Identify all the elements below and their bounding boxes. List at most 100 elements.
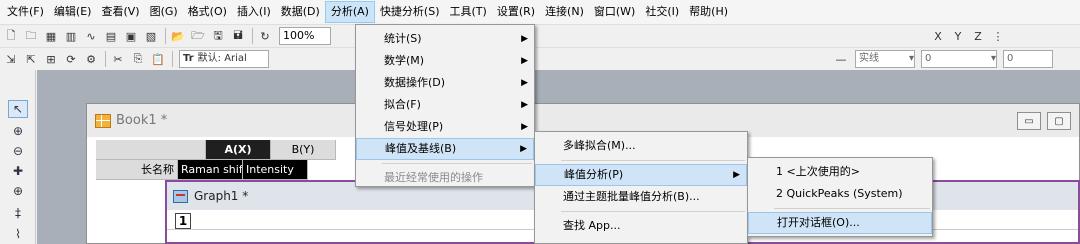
menu-quick-analysis[interactable]: 快捷分析(S) [375, 1, 445, 23]
font-selector[interactable]: Tr 默认: Arial [179, 50, 269, 68]
more-icon[interactable]: ⋮ [989, 27, 1007, 45]
menu-item-math[interactable]: 数学(M) ▶ [356, 50, 534, 72]
screen-reader-icon[interactable]: ⊕ [8, 182, 28, 200]
cell-a-longname[interactable]: Raman shift [178, 160, 243, 180]
menu-item-fitting[interactable]: 拟合(F) ▶ [356, 94, 534, 116]
line-style-selector[interactable]: 实线 ▾ [855, 50, 915, 68]
zoom-out-icon[interactable]: ⊖ [8, 142, 28, 160]
menu-item-open-dialog[interactable]: 打开对话框(O)... [748, 212, 932, 234]
menu-item-quickpeaks[interactable]: 2 QuickPeaks (System) [748, 183, 932, 205]
zoom-field[interactable]: 100% [279, 27, 331, 45]
menu-item-label: 通过主题批量峰值分析(B)... [563, 190, 700, 203]
box-width-selector[interactable]: 0 [1003, 50, 1053, 68]
new-layout-icon[interactable]: ▧ [142, 27, 160, 45]
row-label-longname: 长名称 [96, 160, 178, 180]
menu-item-multiple-peak-fit[interactable]: 多峰拟合(M)... [535, 135, 747, 157]
line-style-label: 实线 [859, 53, 879, 64]
column-header-b[interactable]: B(Y) [271, 140, 336, 160]
new-notes-icon[interactable]: ▣ [122, 27, 140, 45]
line-width-selector[interactable]: 0 ▾ [921, 50, 997, 68]
scale-icon[interactable]: ✚ [8, 162, 28, 180]
menu-item-label: 信号处理(P) [384, 120, 444, 133]
menu-item-batch-peak-analysis[interactable]: 通过主题批量峰值分析(B)... [535, 186, 747, 208]
menu-edit[interactable]: 编辑(E) [49, 1, 97, 23]
menu-item-peak-analyzer[interactable]: 峰值分析(P) ▶ [535, 164, 747, 186]
menu-item-peaks-baseline[interactable]: 峰值及基线(B) ▶ [356, 138, 534, 160]
new-folder-icon[interactable]: 🗀 [22, 27, 40, 45]
menu-data[interactable]: 数据(D) [276, 1, 325, 23]
paste-icon[interactable]: 📋 [149, 50, 167, 68]
font-prefix-icon: Tr [183, 53, 194, 64]
new-project-icon[interactable]: 🗋 [2, 27, 20, 45]
workbook-title: Book1 * [116, 113, 168, 128]
standard-toolbar: 🗋 🗀 ▦ ▥ ∿ ▤ ▣ ▧ 📂 🗁 🖫 🖬 ↻ 100% X Y Z ⋮ [0, 24, 1080, 47]
save-icon[interactable]: 🖫 [209, 27, 227, 45]
box-width-value: 0 [1007, 53, 1014, 64]
cut-icon[interactable]: ✂ [109, 50, 127, 68]
new-workbook-icon[interactable]: ▦ [42, 27, 60, 45]
y-column-icon[interactable]: Y [949, 27, 967, 45]
maximize-button[interactable]: ▢ [1047, 112, 1071, 130]
new-matrix-icon[interactable]: ▤ [102, 27, 120, 45]
toolbar-separator [105, 51, 106, 67]
column-header-a[interactable]: A(X) [206, 140, 271, 160]
menu-separator [382, 163, 532, 164]
menu-tools[interactable]: 工具(T) [445, 1, 492, 23]
menu-file[interactable]: 文件(F) [2, 1, 49, 23]
zoom-in-icon[interactable]: ⊕ [8, 122, 28, 140]
menu-separator [561, 211, 745, 212]
menu-item-data-manipulation[interactable]: 数据操作(D) ▶ [356, 72, 534, 94]
font-name: 默认: Arial [197, 53, 247, 64]
menu-analysis[interactable]: 分析(A) [324, 1, 375, 23]
menu-item-signal-processing[interactable]: 信号处理(P) ▶ [356, 116, 534, 138]
menu-graph[interactable]: 图(G) [145, 1, 183, 23]
copy-icon[interactable]: ⎘ [129, 50, 147, 68]
batch-icon[interactable]: ⊞ [42, 50, 60, 68]
new-function-icon[interactable]: ∿ [82, 27, 100, 45]
menu-view[interactable]: 查看(V) [96, 1, 144, 23]
line-color-icon[interactable]: — [832, 50, 850, 68]
refresh-icon[interactable]: ↻ [256, 27, 274, 45]
toolbar-separator [252, 28, 253, 44]
window-controls: ▭ ▢ [1017, 112, 1071, 130]
z-column-icon[interactable]: Z [969, 27, 987, 45]
menu-format[interactable]: 格式(O) [183, 1, 232, 23]
menu-help[interactable]: 帮助(H) [684, 1, 733, 23]
brush-icon[interactable]: ⌇ [8, 225, 28, 243]
menu-settings[interactable]: 设置(R) [492, 1, 540, 23]
menu-item-last-used[interactable]: 1 <上次使用的> [748, 161, 932, 183]
analysis-menu: 统计(S) ▶ 数学(M) ▶ 数据操作(D) ▶ 拟合(F) ▶ 信号处理(P) ▶ 峰… [355, 24, 535, 187]
pointer-icon[interactable]: ↖ [8, 100, 28, 118]
save-template-icon[interactable]: 🖬 [229, 27, 247, 45]
new-graph-icon[interactable]: ▥ [62, 27, 80, 45]
menu-item-label: 2 QuickPeaks (System) [776, 187, 903, 200]
menu-item-find-app[interactable]: 查找 App... [535, 215, 747, 237]
menu-separator [774, 208, 930, 209]
open-icon[interactable]: 📂 [169, 27, 187, 45]
menu-window[interactable]: 窗口(W) [589, 1, 640, 23]
code-builder-icon[interactable]: ⚙ [82, 50, 100, 68]
minimize-button[interactable]: ▭ [1017, 112, 1041, 130]
toolbar-separator [165, 28, 166, 44]
menu-insert[interactable]: 插入(I) [232, 1, 276, 23]
corner-cell[interactable] [96, 140, 206, 160]
open-template-icon[interactable]: 🗁 [189, 27, 207, 45]
layer-indicator[interactable]: 1 [175, 212, 191, 229]
menu-item-label: 峰值分析(P) [564, 168, 624, 181]
menu-item-label: 拟合(F) [384, 98, 421, 111]
menu-bar: 文件(F) 编辑(E) 查看(V) 图(G) 格式(O) 插入(I) 数据(D)… [0, 0, 1080, 24]
menu-social[interactable]: 社交(I) [640, 1, 684, 23]
workbook-icon [95, 113, 111, 128]
cell-b-longname[interactable]: Intensity [243, 160, 308, 180]
menu-item-statistics[interactable]: 统计(S) ▶ [356, 28, 534, 50]
data-reader-icon[interactable]: ‡ [8, 204, 28, 222]
x-column-icon[interactable]: X [929, 27, 947, 45]
import-wizard-icon[interactable]: ⇱ [22, 50, 40, 68]
graph-icon [173, 189, 188, 203]
toolbar-separator [172, 51, 173, 67]
menu-connect[interactable]: 连接(N) [540, 1, 589, 23]
import-icon[interactable]: ⇲ [2, 50, 20, 68]
recalculate-icon[interactable]: ⟳ [62, 50, 80, 68]
menu-item-label: 打开对话框(O)... [777, 216, 860, 229]
menu-item-label: 数学(M) [384, 54, 425, 67]
